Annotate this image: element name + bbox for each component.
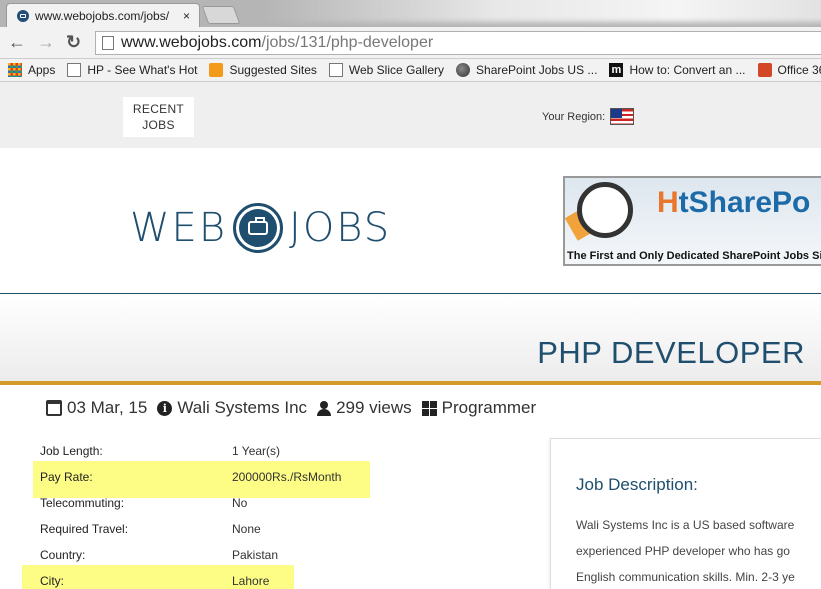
- bookmark-suggested-sites[interactable]: Suggested Sites: [209, 63, 317, 77]
- bookmark-label: SharePoint Jobs US ...: [476, 63, 598, 77]
- ad-tagline: The First and Only Dedicated SharePoint …: [567, 250, 821, 262]
- detail-label: Job Length:: [40, 444, 103, 458]
- bookmark-web-slice[interactable]: Web Slice Gallery: [328, 63, 445, 77]
- detail-label: Telecommuting:: [40, 496, 125, 510]
- detail-value: 1 Year(s): [232, 444, 281, 458]
- browser-tab-strip: www.webojobs.com/jobs/ ×: [0, 0, 821, 27]
- webojobs-logo[interactable]: WEB JOBS: [130, 203, 391, 253]
- region-selector[interactable]: Your Region:: [542, 108, 635, 125]
- page-icon: [102, 36, 114, 50]
- bookmark-office[interactable]: Office 365: [757, 63, 821, 77]
- detail-value: 200000Rs./RsMonth: [232, 470, 342, 484]
- job-company[interactable]: Wali Systems Inc: [177, 398, 307, 418]
- bookmark-hp[interactable]: HP - See What's Hot: [67, 63, 197, 77]
- bookmark-label: Office 365: [777, 63, 821, 77]
- job-date: 03 Mar, 15: [67, 398, 148, 417]
- detail-value: None: [232, 522, 261, 536]
- recent-jobs-label: RECENT: [132, 102, 185, 116]
- favicon-icon: [17, 9, 29, 22]
- category-grid-icon: [421, 400, 437, 416]
- m-icon: m: [609, 63, 624, 77]
- tab-title: www.webojobs.com/jobs/: [35, 8, 170, 23]
- bookmark-label: Suggested Sites: [229, 63, 317, 77]
- browser-tab[interactable]: www.webojobs.com/jobs/ ×: [6, 3, 200, 27]
- region-label: Your Region:: [542, 110, 606, 123]
- logo-text-left: WEB: [130, 205, 228, 251]
- address-bar[interactable]: www.webojobs.com/jobs/131/php-developer: [95, 31, 821, 55]
- job-meta-bar: 03 Mar, 15 i Wali Systems Inc 299 views …: [46, 398, 536, 418]
- ad-brand: HtSharePo: [657, 186, 811, 219]
- hotsharepoint-banner-ad[interactable]: HtSharePo The First and Only Dedicated S…: [563, 176, 821, 266]
- site-top-strip: RECENT JOBS Your Region:: [0, 82, 821, 148]
- job-title-band: PHP DEVELOPER: [0, 295, 821, 385]
- bookmark-label: Apps: [28, 63, 56, 77]
- user-icon: [317, 400, 332, 416]
- url-path: /jobs/131/php-developer: [261, 34, 434, 51]
- job-views: 299 views: [336, 398, 412, 417]
- job-description-heading: Job Description:: [576, 475, 698, 494]
- detail-label: Required Travel:: [40, 522, 129, 536]
- suggested-icon: [209, 63, 224, 77]
- logo-text-right: JOBS: [289, 205, 392, 251]
- bookmark-label: How to: Convert an ...: [629, 63, 746, 77]
- detail-value: Pakistan: [232, 548, 279, 562]
- us-flag-icon[interactable]: [610, 108, 635, 125]
- detail-label: Pay Rate:: [40, 470, 93, 484]
- job-description-line: English communication skills. Min. 2-3 y…: [576, 570, 795, 584]
- bookmarks-bar: Apps HP - See What's Hot Suggested Sites…: [0, 59, 821, 82]
- detail-label: Country:: [40, 548, 86, 562]
- magnifier-icon: [577, 182, 633, 238]
- page-icon: [328, 63, 343, 77]
- detail-row-required-travel: Required Travel: None: [40, 522, 261, 536]
- detail-row-city: City: Lahore: [40, 574, 269, 588]
- bookmark-label: HP - See What's Hot: [87, 63, 198, 77]
- bookmark-label: Web Slice Gallery: [348, 63, 445, 77]
- detail-value: No: [232, 496, 248, 510]
- bookmark-how-to[interactable]: m How to: Convert an ...: [609, 63, 746, 77]
- detail-row-pay-rate: Pay Rate: 200000Rs./RsMonth: [40, 470, 341, 484]
- bookmark-apps[interactable]: Apps: [8, 63, 55, 77]
- page-icon: [67, 63, 82, 77]
- job-description-line: experienced PHP developer who has go: [576, 544, 790, 558]
- calendar-icon: [46, 400, 62, 416]
- detail-label: City:: [40, 574, 64, 588]
- detail-row-country: Country: Pakistan: [40, 548, 278, 562]
- page-title: PHP DEVELOPER: [537, 335, 805, 370]
- close-tab-icon[interactable]: ×: [183, 9, 190, 23]
- new-tab-button[interactable]: [201, 6, 241, 24]
- detail-value: Lahore: [232, 574, 270, 588]
- office-icon: [757, 63, 772, 77]
- info-icon: i: [157, 400, 173, 416]
- recent-jobs-label: JOBS: [142, 118, 175, 132]
- site-header: WEB JOBS HtSharePo The First and Only De…: [0, 148, 821, 294]
- job-description-panel: Job Description: Wali Systems Inc is a U…: [550, 438, 821, 589]
- back-arrow-icon[interactable]: ←: [8, 31, 26, 53]
- browser-toolbar: ← → ↻ www.webojobs.com/jobs/131/php-deve…: [0, 27, 821, 59]
- job-description-line: Wali Systems Inc is a US based software: [576, 518, 795, 532]
- reload-icon[interactable]: ↻: [66, 31, 81, 53]
- apps-icon: [8, 63, 22, 77]
- globe-icon: [456, 63, 471, 77]
- forward-arrow-icon[interactable]: →: [37, 31, 55, 53]
- url-host: www.webojobs.com: [121, 34, 262, 51]
- bookmark-sharepoint-jobs[interactable]: SharePoint Jobs US ...: [456, 63, 597, 77]
- job-category[interactable]: Programmer: [442, 398, 536, 418]
- briefcase-icon: [233, 203, 284, 253]
- detail-row-job-length: Job Length: 1 Year(s): [40, 444, 280, 458]
- recent-jobs-button[interactable]: RECENT JOBS: [123, 97, 194, 137]
- detail-row-telecommuting: Telecommuting: No: [40, 496, 247, 510]
